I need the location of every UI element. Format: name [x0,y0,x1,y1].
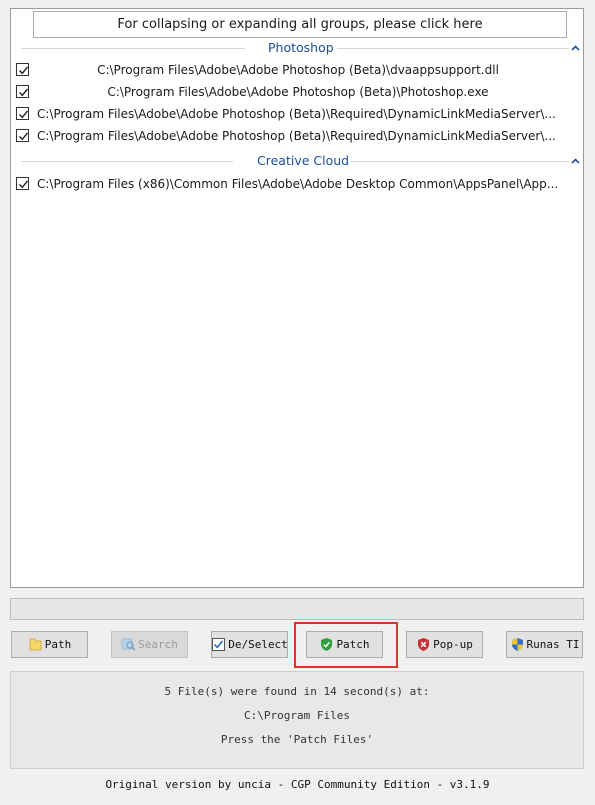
status-line: Press the 'Patch Files' [220,733,374,746]
checkmark-icon [19,132,29,141]
file-checkbox[interactable] [16,85,29,98]
folder-icon [28,637,43,652]
search-icon [121,637,136,652]
path-button-label: Path [44,638,72,651]
chevron-up-icon[interactable] [569,155,581,167]
file-checkbox[interactable] [16,107,29,120]
uac-shield-icon [510,637,525,652]
search-button[interactable]: Search [111,631,188,658]
group-title: Photoshop [268,40,334,55]
checkbox-icon [211,637,226,652]
file-row[interactable]: C:\Program Files\Adobe\Adobe Photoshop (… [11,59,583,81]
status-panel: 5 File(s) were found in 14 second(s) at:… [10,671,584,769]
file-path: C:\Program Files\Adobe\Adobe Photoshop (… [37,107,556,121]
runas-button-label: Runas TI [526,638,580,651]
progress-bar [10,598,584,620]
file-row[interactable]: C:\Program Files\Adobe\Adobe Photoshop (… [11,81,583,103]
shield-x-icon [416,637,431,652]
group-divider [21,48,245,49]
checkmark-icon [19,180,29,189]
file-checkbox[interactable] [16,177,29,190]
file-checkbox[interactable] [16,129,29,142]
checkmark-icon [19,66,29,75]
collapse-all-groups-button[interactable]: For collapsing or expanding all groups, … [33,11,567,38]
runas-button[interactable]: Runas TI [506,631,583,658]
file-path: C:\Program Files (x86)\Common Files\Adob… [37,177,559,191]
chevron-up-icon[interactable] [569,42,581,54]
file-checkbox[interactable] [16,63,29,76]
file-list[interactable]: For collapsing or expanding all groups, … [10,8,584,588]
deselect-button[interactable]: De/Select [211,631,288,658]
file-path: C:\Program Files\Adobe\Adobe Photoshop (… [107,85,489,99]
status-line: C:\Program Files [244,709,350,722]
file-row[interactable]: C:\Program Files\Adobe\Adobe Photoshop (… [11,103,583,125]
file-row[interactable]: C:\Program Files\Adobe\Adobe Photoshop (… [11,125,583,147]
group-header-creative-cloud[interactable]: Creative Cloud [21,153,580,169]
group-divider [21,161,233,162]
group-header-photoshop[interactable]: Photoshop [21,40,580,56]
group-divider [351,161,569,162]
path-button[interactable]: Path [11,631,88,658]
patch-highlight-box [294,622,398,668]
file-row[interactable]: C:\Program Files (x86)\Common Files\Adob… [11,173,583,195]
search-button-label: Search [138,638,178,651]
file-path: C:\Program Files\Adobe\Adobe Photoshop (… [37,129,556,143]
popup-button[interactable]: Pop-up [406,631,483,658]
checkmark-icon [19,110,29,119]
deselect-button-label: De/Select [228,638,288,651]
status-line: 5 File(s) were found in 14 second(s) at: [164,685,430,698]
checkmark-icon [19,88,29,97]
popup-button-label: Pop-up [433,638,473,651]
group-title: Creative Cloud [257,153,350,168]
group-divider [337,48,569,49]
file-path: C:\Program Files\Adobe\Adobe Photoshop (… [97,63,499,77]
version-footer: Original version by uncia - CGP Communit… [105,778,490,791]
